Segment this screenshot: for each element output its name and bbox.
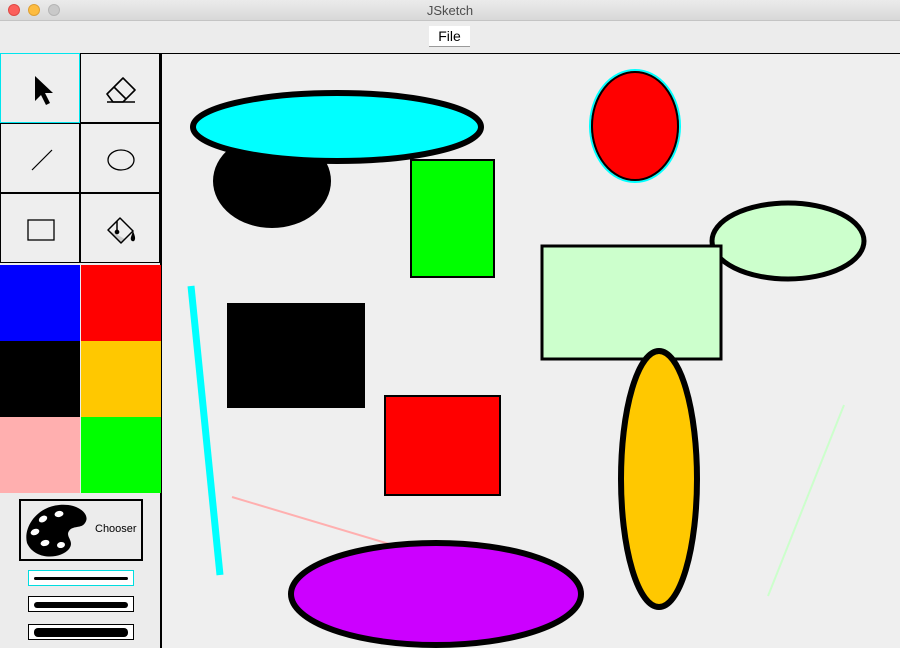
light-green-rectangle-shape[interactable] [540,244,723,361]
line-thickness-thin-icon [34,577,128,580]
cyan-ellipse-shape[interactable] [190,90,484,164]
color-swatch-red[interactable] [81,265,161,341]
rectangle-icon [27,219,55,241]
cyan-thick-line-shape[interactable] [187,285,224,576]
tool-panel: Chooser [0,53,162,648]
select-tool-button[interactable] [0,53,80,123]
fill-tool-button[interactable] [80,193,160,263]
title-bar: JSketch [0,0,900,21]
line-tool-button[interactable] [0,123,80,193]
light-green-ellipse-shape[interactable] [709,200,867,282]
color-swatch-pink[interactable] [0,417,80,493]
color-swatch-green[interactable] [81,417,161,493]
color-swatch-orange[interactable] [81,341,161,417]
orange-ellipse-shape[interactable] [618,348,700,610]
eraser-tool-button[interactable] [80,53,160,123]
rectangle-tool-button[interactable] [0,193,80,263]
line-thickness-thick-button[interactable] [28,624,134,640]
line-thickness-thin-button[interactable] [28,570,134,586]
line-thickness-medium-button[interactable] [28,596,134,612]
color-chooser-button[interactable]: Chooser [19,499,143,561]
paint-bucket-icon [107,217,136,244]
chooser-label: Chooser [95,523,137,535]
color-swatch-black[interactable] [0,341,80,417]
window-title: JSketch [426,3,474,18]
drawing-canvas[interactable] [162,53,900,648]
line-thickness-thick-icon [34,628,128,637]
line-icon [31,149,53,171]
light-green-thin-line-shape[interactable] [767,404,845,597]
purple-ellipse-shape[interactable] [288,540,584,648]
eraser-icon [106,77,136,103]
canvas-drawing [187,69,867,648]
red-ellipse-shape-selected[interactable] [589,69,681,183]
palette-icon [26,504,87,557]
file-menu[interactable]: File [429,26,470,47]
line-thickness-medium-icon [34,601,128,608]
menu-bar: File [0,21,900,53]
black-rectangle-shape[interactable] [227,303,365,408]
green-rectangle-shape[interactable] [410,159,495,278]
ellipse-icon [107,149,135,171]
ellipse-tool-button[interactable] [80,123,160,193]
red-rectangle-shape[interactable] [384,395,501,496]
color-swatch-blue[interactable] [0,265,80,341]
pink-thin-line-shape[interactable] [231,496,397,547]
arrow-pointer-icon [35,76,53,105]
